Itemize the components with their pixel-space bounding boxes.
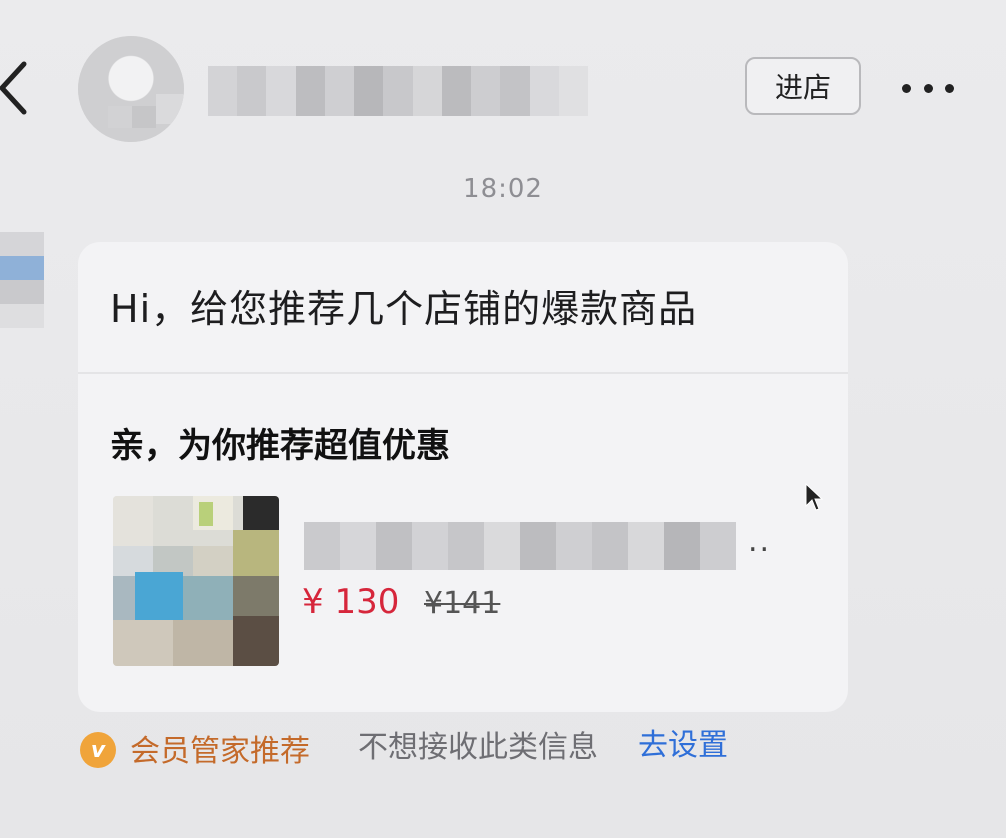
more-icon[interactable] (902, 78, 954, 98)
product-image[interactable] (113, 496, 279, 666)
shop-avatar[interactable] (78, 36, 184, 142)
chat-screen: 进店 18:02 Hi，给您推荐几个店铺的爆款商品 亲，为你推荐超值优惠 .. … (0, 0, 1006, 838)
card-divider (78, 372, 848, 374)
shop-name-blurred (208, 66, 589, 116)
product-title-blurred[interactable] (304, 522, 736, 570)
cursor-icon (805, 482, 824, 511)
product-price-original: ¥141 (424, 586, 501, 621)
settings-link[interactable]: 去设置 (638, 720, 728, 764)
back-icon[interactable] (0, 58, 34, 118)
greeting-message: Hi，给您推荐几个店铺的爆款商品 (110, 287, 698, 331)
member-recommend-label: 会员管家推荐 (130, 734, 310, 769)
optout-text: 不想接收此类信息 (358, 730, 598, 765)
promo-title: 亲，为你推荐超值优惠 (110, 426, 450, 466)
product-title-ellipsis: .. (748, 524, 772, 559)
message-timestamp: 18:02 (463, 174, 543, 204)
enter-shop-button[interactable]: 进店 (745, 57, 861, 115)
member-badge-icon: v (80, 732, 116, 768)
sender-avatar-blurred (0, 232, 44, 328)
product-price-current: ¥ 130 (302, 582, 400, 622)
